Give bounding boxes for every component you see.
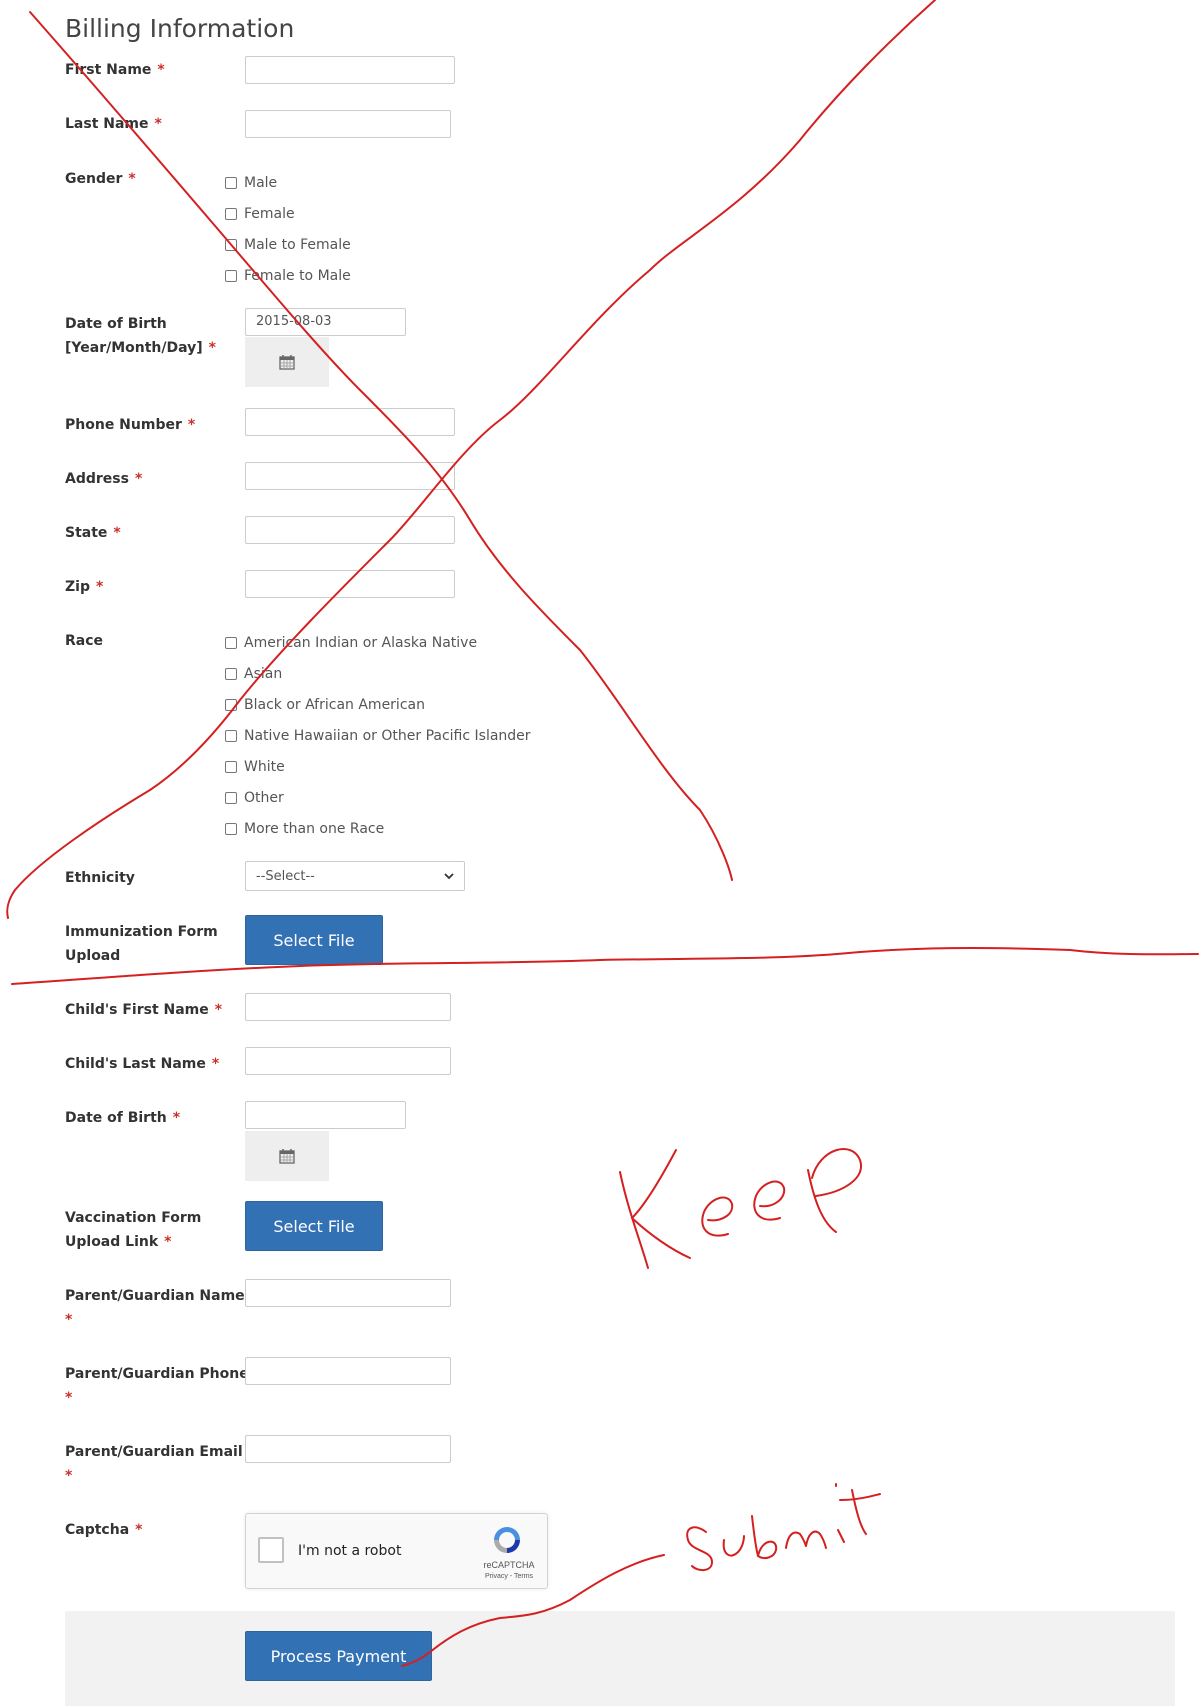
zip-input[interactable] — [245, 570, 455, 598]
ink-submit-i — [835, 1483, 845, 1543]
checkbox[interactable] — [225, 699, 237, 711]
address-label: Address * — [65, 471, 143, 487]
vaccination-label: Vaccination Form Upload Link * — [65, 1210, 202, 1250]
page-title: Billing Information — [65, 14, 295, 43]
address-input[interactable] — [245, 462, 455, 490]
ink-submit-t — [839, 1489, 881, 1535]
race-option[interactable]: White — [225, 758, 285, 776]
ink-cross-stroke-a — [29, 11, 733, 881]
parent-email-input[interactable] — [245, 1435, 451, 1463]
recaptcha-logo-icon — [494, 1527, 520, 1553]
checkbox[interactable] — [225, 668, 237, 680]
dob-input[interactable]: 2015-08-03 — [245, 308, 406, 336]
checkbox[interactable] — [225, 177, 237, 189]
race-option[interactable]: American Indian or Alaska Native — [225, 634, 477, 652]
ink-keep-e2 — [753, 1180, 786, 1221]
phone-input[interactable] — [245, 408, 455, 436]
dob-label: Date of Birth [Year/Month/Day] * — [65, 316, 216, 356]
parent-name-label: Parent/Guardian Name * — [65, 1288, 245, 1328]
dob-calendar-button[interactable] — [245, 337, 329, 387]
ink-submit-s — [686, 1526, 713, 1572]
child-last-name-input[interactable] — [245, 1047, 451, 1075]
child-first-name-label: Child's First Name * — [65, 1002, 223, 1018]
gender-option[interactable]: Female to Male — [225, 267, 351, 285]
race-option[interactable]: More than one Race — [225, 820, 384, 838]
child-dob-input[interactable] — [245, 1101, 406, 1129]
captcha-label: Captcha * — [65, 1522, 143, 1538]
first-name-input[interactable] — [245, 56, 455, 84]
chevron-down-icon — [444, 872, 454, 879]
ethnicity-select[interactable]: --Select-- — [245, 861, 465, 891]
last-name-label: Last Name * — [65, 116, 162, 132]
ink-cross-stroke-b — [6, 0, 936, 919]
phone-label: Phone Number * — [65, 417, 196, 433]
checkbox[interactable] — [225, 792, 237, 804]
process-payment-button[interactable]: Process Payment — [245, 1631, 432, 1681]
gender-label: Gender * — [65, 171, 136, 187]
zip-label: Zip * — [65, 579, 104, 595]
state-label: State * — [65, 525, 121, 541]
calendar-icon — [279, 1148, 295, 1164]
ink-keep-e1 — [701, 1196, 734, 1237]
recaptcha-widget: I'm not a robot reCAPTCHA Privacy - Term… — [245, 1513, 548, 1589]
checkbox[interactable] — [225, 761, 237, 773]
checkbox[interactable] — [225, 823, 237, 835]
checkbox[interactable] — [225, 637, 237, 649]
ink-submit-m — [785, 1530, 827, 1549]
parent-phone-input[interactable] — [245, 1357, 451, 1385]
ink-submit-u — [722, 1535, 745, 1557]
immunization-label: Immunization Form Upload — [65, 924, 218, 964]
ink-keep-k-stem — [619, 1171, 649, 1269]
gender-option[interactable]: Male — [225, 174, 277, 192]
parent-email-label: Parent/Guardian Email * — [65, 1444, 243, 1484]
calendar-icon — [279, 354, 295, 370]
child-dob-label: Date of Birth * — [65, 1110, 181, 1126]
race-option[interactable]: Asian — [225, 665, 282, 683]
race-option[interactable]: Other — [225, 789, 284, 807]
race-option[interactable]: Native Hawaiian or Other Pacific Islande… — [225, 727, 531, 745]
ink-submit-b — [751, 1515, 778, 1559]
child-dob-calendar-button[interactable] — [245, 1131, 329, 1181]
last-name-input[interactable] — [245, 110, 451, 138]
child-first-name-input[interactable] — [245, 993, 451, 1021]
recaptcha-checkbox[interactable] — [258, 1537, 284, 1563]
ink-keep-p — [807, 1148, 862, 1233]
recaptcha-label: I'm not a robot — [298, 1543, 402, 1559]
gender-option[interactable]: Female — [225, 205, 295, 223]
checkbox[interactable] — [225, 208, 237, 220]
form-actions-bar — [65, 1611, 1175, 1706]
child-last-name-label: Child's Last Name * — [65, 1056, 220, 1072]
recaptcha-links[interactable]: Privacy - Terms — [478, 1573, 540, 1580]
checkbox[interactable] — [225, 270, 237, 282]
immunization-select-file-button[interactable]: Select File — [245, 915, 383, 965]
state-input[interactable] — [245, 516, 455, 544]
vaccination-select-file-button[interactable]: Select File — [245, 1201, 383, 1251]
gender-option[interactable]: Male to Female — [225, 236, 351, 254]
first-name-label: First Name * — [65, 62, 165, 78]
ink-keep-k-arms — [631, 1149, 691, 1259]
checkbox[interactable] — [225, 730, 237, 742]
parent-name-input[interactable] — [245, 1279, 451, 1307]
checkbox[interactable] — [225, 239, 237, 251]
parent-phone-label: Parent/Guardian Phone * — [65, 1366, 249, 1406]
recaptcha-brand: reCAPTCHA — [483, 1560, 535, 1570]
race-option[interactable]: Black or African American — [225, 696, 425, 714]
race-label: Race — [65, 633, 104, 649]
ethnicity-label: Ethnicity — [65, 870, 135, 886]
